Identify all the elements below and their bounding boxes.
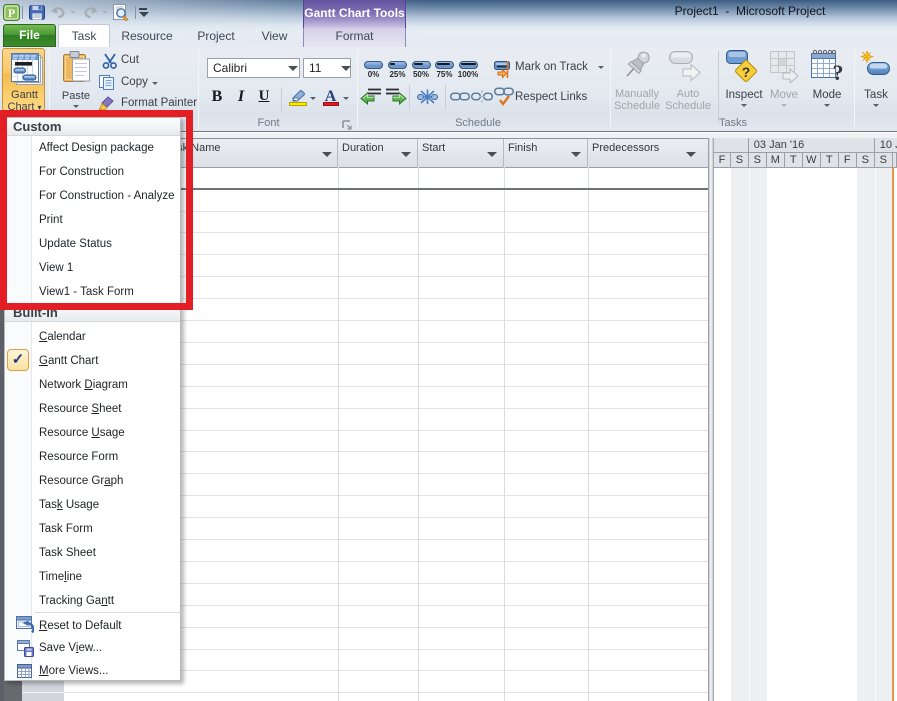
svg-text:?: ? [833,60,844,85]
svg-text:?: ? [742,64,751,80]
svg-text:P: P [8,6,15,20]
